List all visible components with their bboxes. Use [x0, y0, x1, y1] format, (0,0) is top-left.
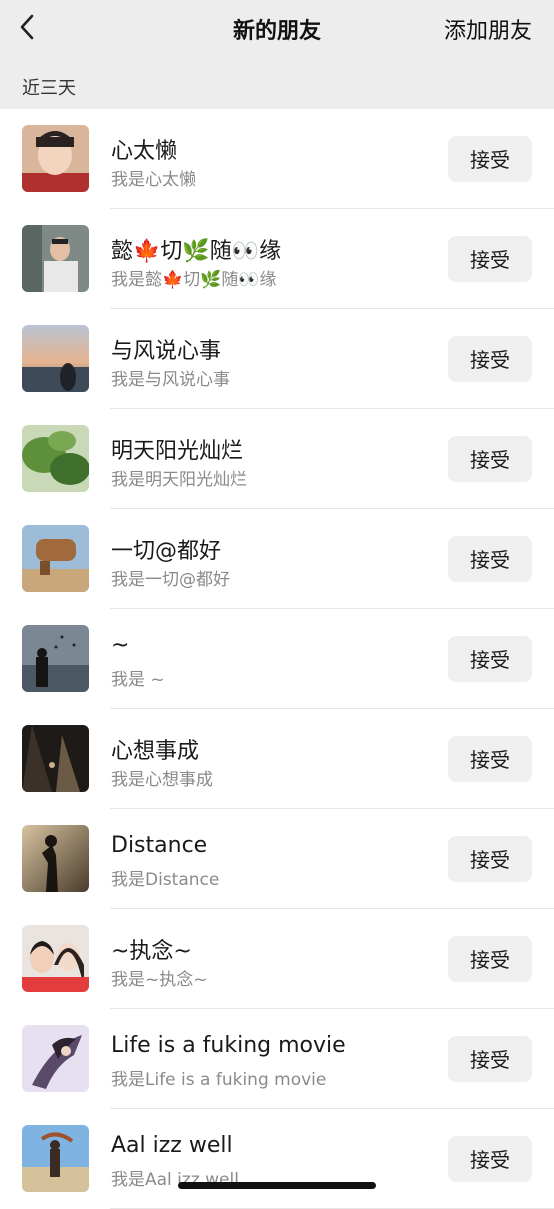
- friend-name: Life is a fuking movie: [111, 1033, 346, 1058]
- friend-intro: 我是心想事成: [111, 770, 213, 790]
- friend-name: Distance: [111, 833, 208, 858]
- accept-button[interactable]: 接受: [448, 1136, 532, 1182]
- avatar[interactable]: [22, 525, 89, 592]
- avatar[interactable]: [22, 425, 89, 492]
- accept-button[interactable]: 接受: [448, 436, 532, 482]
- friend-intro: 我是Life is a fuking movie: [111, 1070, 327, 1090]
- friend-request-row[interactable]: 心想事成 我是心想事成 接受: [0, 709, 554, 809]
- accept-button[interactable]: 接受: [448, 636, 532, 682]
- friend-intro: 我是明天阳光灿烂: [111, 470, 247, 490]
- accept-button[interactable]: 接受: [448, 136, 532, 182]
- friend-name: 一切@都好: [111, 539, 222, 564]
- friend-name: Aal izz well: [111, 1133, 233, 1158]
- friend-name: ~执念~: [111, 939, 192, 964]
- friend-request-row[interactable]: ~ 我是 ~ 接受: [0, 609, 554, 709]
- avatar[interactable]: [22, 925, 89, 992]
- avatar[interactable]: [22, 125, 89, 192]
- friend-name: 心太懒: [111, 139, 178, 164]
- nav-bar: 新的朋友 添加朋友: [0, 0, 554, 58]
- friend-intro: 我是 ~: [111, 670, 165, 690]
- friend-request-list: 心太懒 我是心太懒 接受 懿🍁切🌿随👀缘 我是懿🍁切🌿随👀缘 接受 与风说心事 …: [0, 109, 554, 1209]
- friend-request-row[interactable]: 与风说心事 我是与风说心事 接受: [0, 309, 554, 409]
- friend-request-row[interactable]: 心太懒 我是心太懒 接受: [0, 109, 554, 209]
- accept-button[interactable]: 接受: [448, 836, 532, 882]
- avatar[interactable]: [22, 725, 89, 792]
- friend-intro: 我是Distance: [111, 870, 220, 890]
- friend-intro: 我是心太懒: [111, 170, 196, 190]
- section-header: 近三天: [0, 58, 554, 109]
- accept-button[interactable]: 接受: [448, 536, 532, 582]
- friend-name: 明天阳光灿烂: [111, 439, 244, 464]
- section-label: 近三天: [22, 78, 76, 99]
- friend-name: 懿🍁切🌿随👀缘: [111, 239, 282, 264]
- accept-button[interactable]: 接受: [448, 736, 532, 782]
- friend-request-row[interactable]: 明天阳光灿烂 我是明天阳光灿烂 接受: [0, 409, 554, 509]
- avatar[interactable]: [22, 325, 89, 392]
- friend-request-row[interactable]: 一切@都好 我是一切@都好 接受: [0, 509, 554, 609]
- accept-button[interactable]: 接受: [448, 236, 532, 282]
- accept-button[interactable]: 接受: [448, 936, 532, 982]
- friend-intro: 我是与风说心事: [111, 370, 230, 390]
- home-indicator[interactable]: [178, 1182, 376, 1189]
- accept-button[interactable]: 接受: [448, 336, 532, 382]
- friend-intro: 我是一切@都好: [111, 570, 230, 590]
- add-friend-button[interactable]: 添加朋友: [444, 13, 532, 45]
- friend-name: 心想事成: [111, 739, 200, 764]
- avatar[interactable]: [22, 625, 89, 692]
- friend-name: 与风说心事: [111, 339, 222, 364]
- friend-request-row[interactable]: ~执念~ 我是~执念~ 接受: [0, 909, 554, 1009]
- friend-request-row[interactable]: 懿🍁切🌿随👀缘 我是懿🍁切🌿随👀缘 接受: [0, 209, 554, 309]
- friend-intro: 我是懿🍁切🌿随👀缘: [111, 270, 277, 290]
- accept-button[interactable]: 接受: [448, 1036, 532, 1082]
- avatar[interactable]: [22, 225, 89, 292]
- friend-request-row[interactable]: Life is a fuking movie 我是Life is a fukin…: [0, 1009, 554, 1109]
- avatar[interactable]: [22, 1125, 89, 1192]
- avatar[interactable]: [22, 825, 89, 892]
- avatar[interactable]: [22, 1025, 89, 1092]
- friend-request-row[interactable]: Distance 我是Distance 接受: [0, 809, 554, 909]
- friend-request-row[interactable]: Aal izz well 我是Aal izz well 接受: [0, 1109, 554, 1209]
- friend-intro: 我是~执念~: [111, 970, 208, 990]
- friend-name: ~: [111, 633, 130, 658]
